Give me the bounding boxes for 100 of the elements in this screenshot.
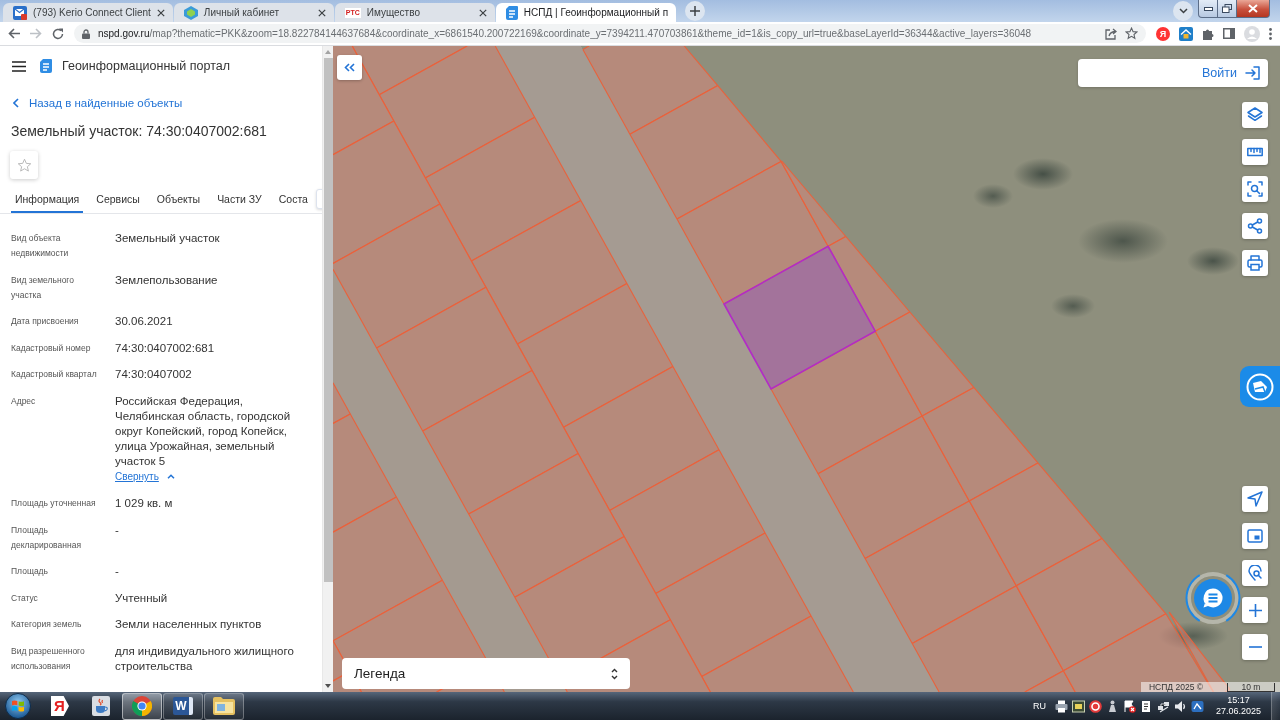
minimize-icon — [1203, 6, 1213, 11]
tab-search-button[interactable] — [1173, 1, 1193, 21]
network-icon[interactable] — [1156, 699, 1170, 713]
updown-chevron-icon — [611, 667, 618, 680]
close-icon[interactable] — [478, 8, 487, 17]
close-icon[interactable] — [156, 8, 165, 17]
minimap-button[interactable] — [1242, 523, 1268, 549]
minimap-icon — [1247, 528, 1263, 544]
device-icon[interactable] — [1139, 699, 1153, 713]
language-indicator[interactable]: RU — [1032, 701, 1046, 711]
taskbar-button[interactable]: W — [163, 692, 203, 720]
property-label: Дата присвоения — [11, 315, 80, 328]
ruler-button[interactable] — [1242, 139, 1268, 165]
scrollbar[interactable] — [322, 46, 333, 692]
clock-date[interactable]: 27.06.2025 — [1215, 706, 1261, 717]
start-button[interactable] — [4, 692, 32, 720]
double-chevron-left-icon — [344, 63, 355, 72]
chat-button[interactable] — [1185, 570, 1241, 626]
property-label: Кадастровый номер — [11, 341, 92, 355]
circle-logo-icon — [1246, 372, 1274, 401]
property-value: Российская Федерация, Челябинская область, городской округ Копейский, город Копейск, улица Урожайная, земельный участок 5 — [115, 393, 292, 469]
zoom-in-button[interactable] — [1242, 597, 1268, 623]
speaker-icon[interactable] — [1173, 699, 1187, 713]
map-attribution: НСПД 2025 © — [1148, 682, 1203, 692]
tab[interactable]: Информация — [11, 185, 84, 213]
land-parcel[interactable] — [351, 46, 468, 96]
minimize-button[interactable] — [1198, 0, 1218, 18]
taskbar-button[interactable]: Я — [40, 692, 80, 720]
zoom-out-button[interactable] — [1242, 634, 1268, 660]
property-label: Вид разрешенного использования — [11, 644, 86, 673]
print-button[interactable] — [1242, 250, 1268, 276]
property-label: Кадастровый квартал — [11, 368, 98, 381]
plus-icon — [1248, 603, 1262, 617]
puzzle-icon[interactable] — [1202, 27, 1214, 40]
address-field[interactable]: nspd.gov.ru/map?thematic=PKK&zoom=18.822784144637684&coordinate_x=6861540.200722169&coordinate_y=7394211.470703861&theme_id=1&is_copy_url=true&baseLayerId=36344&active_layers=36048 — [74, 24, 1146, 43]
property-label: Вид объекта недвижимости — [11, 232, 70, 260]
tab[interactable]: Части ЗУ — [213, 185, 266, 213]
selected-parcel[interactable] — [722, 245, 877, 390]
taskbar-button[interactable] — [204, 692, 244, 720]
location-search-button[interactable] — [1242, 560, 1268, 586]
close-button[interactable] — [1237, 0, 1270, 18]
bookmark-star-icon[interactable] — [1125, 27, 1138, 40]
window-icon[interactable] — [1071, 699, 1085, 713]
property-label: Статус — [11, 591, 39, 605]
selection-frame-icon — [1247, 181, 1263, 197]
start-orb-icon — [5, 693, 31, 719]
clock-time[interactable]: 15:17 — [1227, 695, 1250, 706]
area-select-button[interactable] — [1242, 176, 1268, 202]
back-icon[interactable] — [8, 28, 20, 39]
legend-dropdown[interactable]: Легенда — [342, 658, 630, 689]
app-logo: W — [173, 697, 193, 715]
property-value: 74:30:0407002 — [115, 367, 193, 382]
property-label: Площадь декларированная — [11, 523, 82, 552]
collapse-link[interactable]: Свернуть — [115, 468, 175, 485]
close-icon[interactable] — [317, 8, 326, 17]
lock-icon[interactable] — [82, 28, 90, 39]
browser-tab[interactable]: Личный кабинет — [173, 3, 334, 22]
menu-icon[interactable] — [12, 60, 26, 72]
share-icon — [1247, 218, 1263, 234]
tab[interactable]: Соста — [274, 185, 312, 213]
menu-icon[interactable] — [1269, 27, 1272, 40]
tab[interactable]: Сервисы — [92, 185, 144, 213]
portal-title: Геоинформационный портал — [62, 59, 231, 73]
stop-sign-icon[interactable] — [1088, 699, 1102, 713]
login-icon — [1245, 66, 1260, 80]
new-tab-button[interactable] — [685, 1, 706, 21]
portal-logo-icon — [40, 59, 52, 73]
side-panel-tab[interactable] — [1240, 366, 1280, 407]
property-label: Площадь уточненная — [11, 497, 97, 510]
extension-logo[interactable]: Я — [1156, 26, 1170, 41]
browser-tab[interactable]: НСПД | Геоинформационный п — [495, 3, 677, 22]
back-link[interactable]: Назад в найденные объекты — [13, 95, 183, 111]
show-desktop-button[interactable] — [1271, 692, 1280, 720]
app-logo: Я — [51, 696, 69, 716]
house-icon[interactable] — [1179, 26, 1193, 41]
taskbar-button[interactable] — [122, 692, 162, 720]
pin-search-icon — [1247, 565, 1263, 581]
printer-icon[interactable] — [1054, 699, 1068, 713]
maximize-button[interactable] — [1218, 0, 1237, 18]
share-button[interactable] — [1242, 213, 1268, 239]
locate-button[interactable] — [1242, 486, 1268, 512]
minus-icon — [1248, 646, 1262, 648]
browser-tab[interactable]: (793) Kerio Connect Client — [3, 3, 173, 22]
layers-button[interactable] — [1242, 102, 1268, 128]
tab[interactable]: Объекты — [152, 185, 205, 213]
reload-icon[interactable] — [52, 27, 64, 40]
layers-icon — [1247, 107, 1263, 123]
property-value: 74:30:0407002:681 — [115, 340, 216, 356]
app-tray-icon[interactable] — [1190, 699, 1204, 713]
share-icon[interactable] — [1105, 27, 1117, 40]
property-label: Вид земельного участка — [11, 273, 75, 302]
navigation-arrow-icon — [1247, 491, 1263, 507]
restore-icon — [1222, 4, 1232, 13]
flag-icon[interactable] — [1122, 699, 1136, 713]
collapse-button[interactable] — [337, 55, 362, 80]
login-button[interactable]: Войти — [1078, 59, 1268, 87]
browser-icon — [132, 696, 152, 716]
chevron-down-icon — [1178, 8, 1188, 14]
property-label: Категория земель — [11, 618, 83, 631]
sidebar-icon[interactable] — [1223, 28, 1235, 39]
